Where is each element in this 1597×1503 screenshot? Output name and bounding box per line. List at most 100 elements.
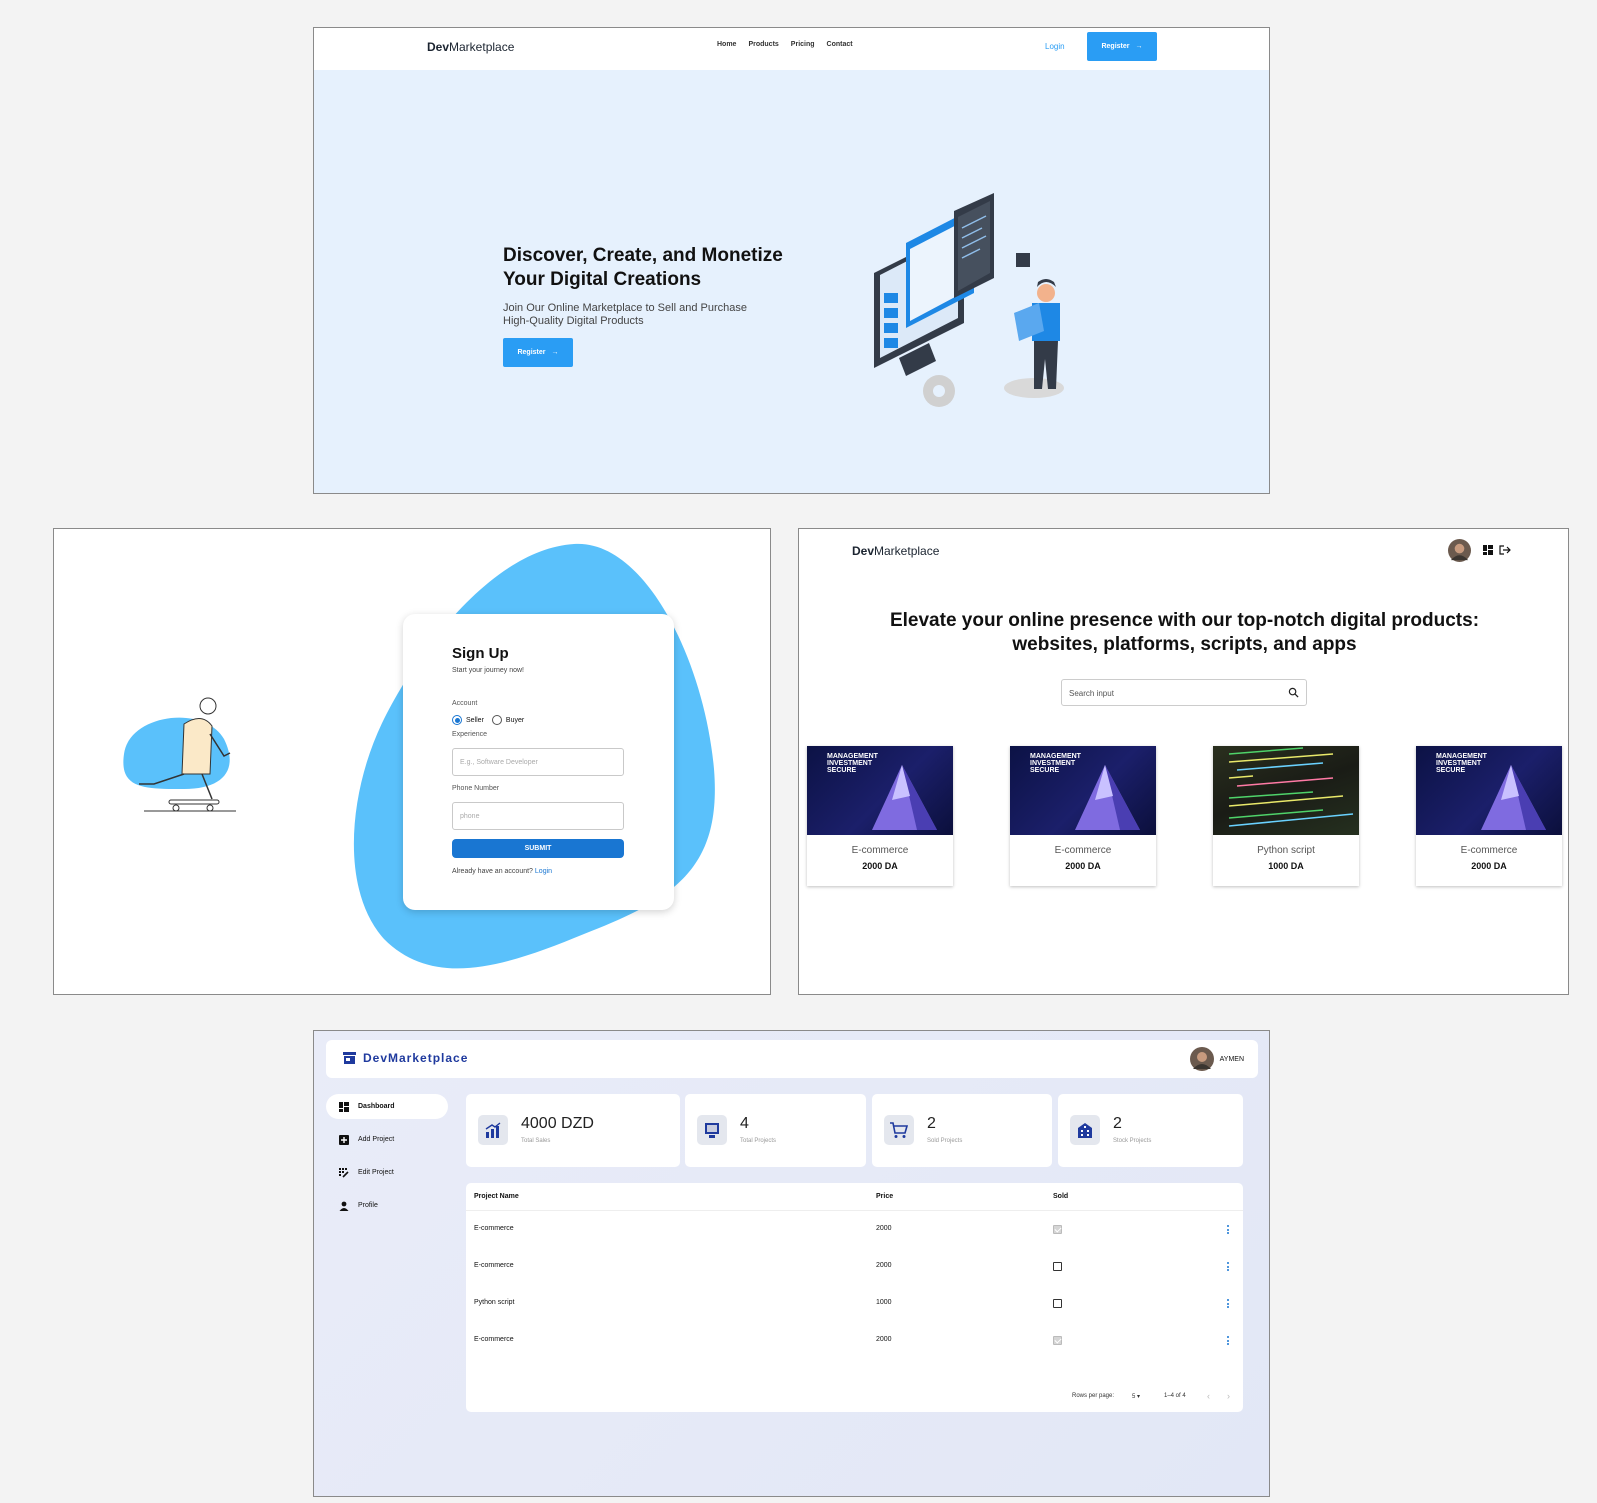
- dashboard-topbar: DevMarketplace AYMEN: [326, 1040, 1258, 1078]
- login-link[interactable]: Login: [1045, 42, 1065, 51]
- phone-input[interactable]: phone: [452, 802, 624, 830]
- rows-per-page-select[interactable]: 5 ▾: [1132, 1393, 1140, 1400]
- dashboard-icon[interactable]: [1483, 545, 1493, 555]
- search-icon[interactable]: [1288, 687, 1299, 698]
- product-card[interactable]: MANAGEMENT INVESTMENT SECURE E-commerce …: [807, 746, 953, 886]
- account-label: Account: [452, 700, 478, 707]
- radio-buyer[interactable]: Buyer: [491, 715, 524, 725]
- landing-navbar: DevMarketplace Home Products Pricing Con…: [314, 28, 1269, 70]
- column-header-price[interactable]: Price: [876, 1193, 893, 1200]
- table-row: E-commerce 2000: [466, 1322, 1243, 1359]
- dashboard-icon: [339, 1101, 349, 1112]
- logout-icon[interactable]: [1499, 545, 1511, 555]
- more-vert-icon[interactable]: [1227, 1225, 1230, 1234]
- more-vert-icon[interactable]: [1227, 1299, 1230, 1308]
- product-thumbnail: MANAGEMENT INVESTMENT SECURE: [1416, 746, 1562, 835]
- login-link[interactable]: Login: [535, 868, 552, 875]
- landing-page-panel: DevMarketplace Home Products Pricing Con…: [313, 27, 1270, 494]
- nav-link-contact[interactable]: Contact: [827, 41, 853, 48]
- login-prompt: Already have an account? Login: [452, 868, 553, 875]
- sold-checkbox-checked[interactable]: [1053, 1225, 1062, 1234]
- dashboard-brand[interactable]: DevMarketplace: [343, 1051, 468, 1065]
- sidebar-item-label: Add Project: [358, 1136, 395, 1143]
- person-icon: [339, 1201, 349, 1211]
- product-name: Python script: [1257, 845, 1315, 856]
- store-icon: [343, 1052, 356, 1064]
- chevron-left-icon[interactable]: ‹: [1207, 1391, 1210, 1401]
- chevron-right-icon[interactable]: ›: [1227, 1391, 1230, 1401]
- product-name: E-commerce: [1460, 845, 1518, 856]
- project-price: 2000: [876, 1336, 892, 1343]
- signup-page-panel: Sign Up Start your journey now! Account …: [53, 528, 771, 995]
- sidebar-item-dashboard[interactable]: Dashboard: [326, 1094, 448, 1119]
- sold-checkbox[interactable]: [1053, 1299, 1062, 1308]
- table-row: E-commerce 2000: [466, 1211, 1243, 1248]
- search-placeholder: Search input: [1069, 689, 1114, 698]
- developer-illustration: [874, 193, 1064, 407]
- product-card[interactable]: MANAGEMENT INVESTMENT SECURE E-commerce …: [1416, 746, 1562, 886]
- project-name: E-commerce: [474, 1225, 514, 1232]
- product-price: 1000 DA: [1268, 861, 1304, 871]
- projects-table: Project Name Price Sold E-commerce 2000 …: [466, 1183, 1243, 1412]
- phone-label: Phone Number: [452, 785, 500, 792]
- product-price: 2000 DA: [862, 861, 898, 871]
- building-icon: [1070, 1115, 1100, 1145]
- table-row: E-commerce 2000: [466, 1248, 1243, 1285]
- product-thumbnail: MANAGEMENT INVESTMENT SECURE: [807, 746, 953, 835]
- skater-illustration: [123, 697, 236, 812]
- sidebar-item-add-project[interactable]: Add Project: [326, 1127, 448, 1152]
- product-thumbnail: MANAGEMENT INVESTMENT SECURE: [1010, 746, 1156, 835]
- dashboard-sidebar: Dashboard Add Project Edit Project Profi…: [326, 1094, 448, 1226]
- project-name: E-commerce: [474, 1336, 514, 1343]
- user-menu[interactable]: AYMEN: [1189, 1047, 1244, 1071]
- site-logo[interactable]: DevMarketplace: [852, 544, 939, 558]
- product-card[interactable]: MANAGEMENT INVESTMENT SECURE E-commerce …: [1010, 746, 1156, 886]
- nav-link-pricing[interactable]: Pricing: [791, 41, 815, 48]
- search-input[interactable]: Search input: [1061, 679, 1307, 706]
- radio-seller[interactable]: Seller: [452, 715, 484, 725]
- stat-value: 2: [1113, 1115, 1122, 1132]
- sidebar-item-profile[interactable]: Profile: [326, 1193, 448, 1218]
- product-price: 2000 DA: [1065, 861, 1101, 871]
- user-avatar[interactable]: [1448, 539, 1471, 562]
- project-name: E-commerce: [474, 1262, 514, 1269]
- table-row: Python script 1000: [466, 1285, 1243, 1322]
- hero-subtitle: Join Our Online Marketplace to Sell and …: [503, 302, 747, 327]
- nav-link-home[interactable]: Home: [717, 41, 736, 48]
- pagination-range: 1–4 of 4: [1164, 1393, 1186, 1399]
- dropdown-arrow-icon: ▾: [1137, 1394, 1141, 1400]
- sold-checkbox[interactable]: [1053, 1262, 1062, 1271]
- signup-title: Sign Up: [452, 645, 509, 662]
- nav-links: Home Products Pricing Contact: [717, 41, 853, 48]
- hero-register-label: Register: [517, 349, 546, 356]
- sidebar-item-edit-project[interactable]: Edit Project: [326, 1160, 448, 1185]
- column-header-name[interactable]: Project Name: [474, 1193, 519, 1200]
- register-button[interactable]: Register →: [1087, 32, 1157, 61]
- more-vert-icon[interactable]: [1227, 1336, 1230, 1345]
- site-logo[interactable]: DevMarketplace: [427, 40, 514, 54]
- product-card[interactable]: Python script 1000 DA: [1213, 746, 1359, 886]
- stat-caption: Total Sales: [521, 1138, 551, 1144]
- submit-button[interactable]: SUBMIT: [452, 839, 624, 858]
- stat-card-total-sales: 4000 DZD Total Sales: [466, 1094, 680, 1167]
- hero-register-button[interactable]: Register →: [503, 338, 573, 367]
- column-header-sold[interactable]: Sold: [1053, 1193, 1068, 1200]
- nav-link-products[interactable]: Products: [748, 41, 778, 48]
- register-button-label: Register: [1101, 43, 1130, 50]
- product-thumbnail: [1213, 746, 1359, 835]
- signup-card: Sign Up Start your journey now! Account …: [403, 614, 674, 910]
- stat-caption: Sold Projects: [927, 1138, 963, 1144]
- experience-input[interactable]: E.g., Software Developer: [452, 748, 624, 776]
- project-price: 2000: [876, 1262, 892, 1269]
- more-vert-icon[interactable]: [1227, 1262, 1230, 1271]
- project-price: 1000: [876, 1299, 892, 1306]
- sold-checkbox-checked[interactable]: [1053, 1336, 1062, 1345]
- brand-name: DevMarketplace: [363, 1051, 469, 1065]
- stat-value: 2: [927, 1115, 936, 1132]
- sidebar-item-label: Edit Project: [358, 1169, 394, 1176]
- add-box-icon: [339, 1134, 349, 1145]
- stat-caption: Total Projects: [740, 1138, 777, 1144]
- stat-caption: Stock Projects: [1113, 1138, 1152, 1144]
- sidebar-item-label: Dashboard: [358, 1103, 395, 1110]
- account-radio-group: Seller Buyer: [452, 715, 524, 725]
